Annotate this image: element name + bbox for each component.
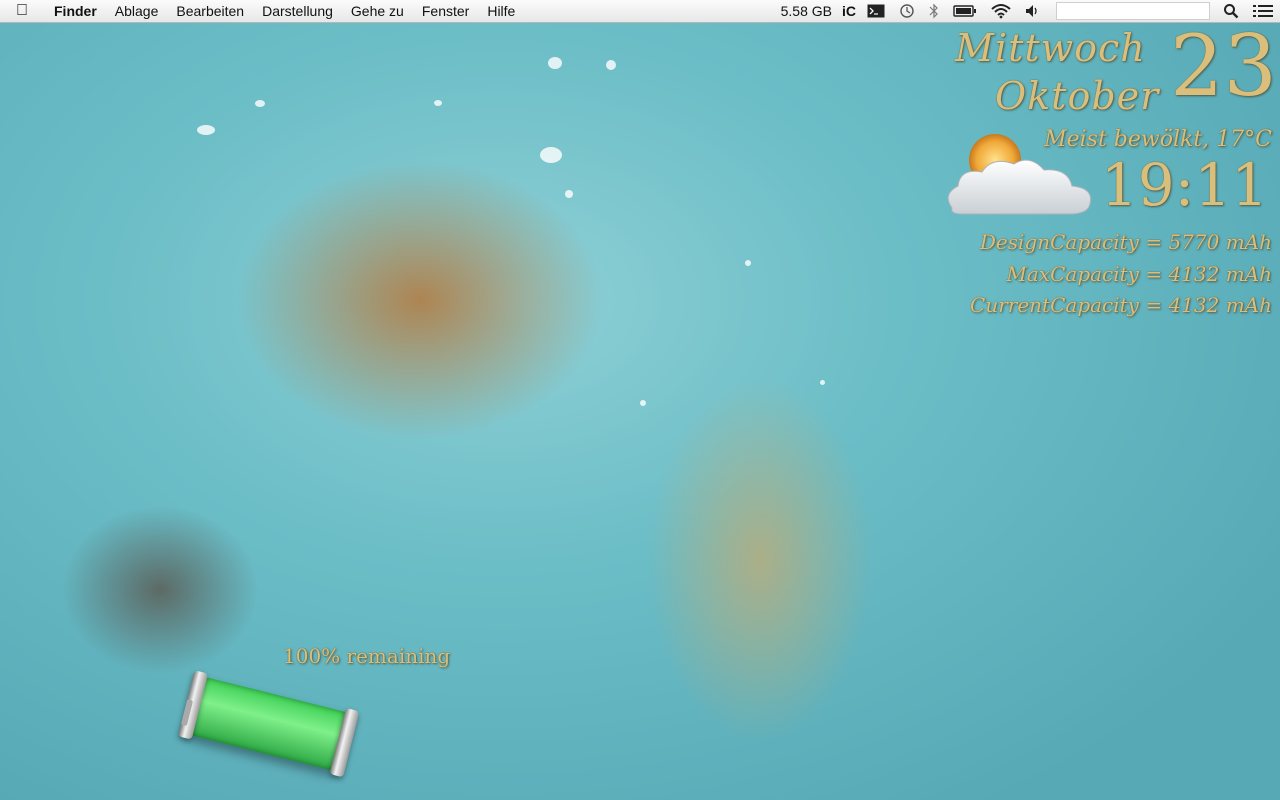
istat-menu[interactable]: iC [838,3,860,19]
weekday-label: Mittwoch [955,26,1146,70]
menu-ablage[interactable]: Ablage [106,0,168,22]
menu-fenster[interactable]: Fenster [413,0,478,22]
clock-time: 19:11 [1100,151,1268,219]
menu-gehe-zu[interactable]: Gehe zu [342,0,413,22]
menu-bar:  Finder Ablage Bearbeiten Darstellung G… [0,0,1280,23]
apple-icon:  [16,2,28,19]
current-capacity: CurrentCapacity = 4132 mAh [970,293,1272,317]
max-capacity: MaxCapacity = 4132 mAh [1006,262,1272,286]
memory-status[interactable]: 5.58 GB [775,3,838,19]
wifi-icon[interactable] [984,3,1018,19]
design-capacity: DesignCapacity = 5770 mAh [979,230,1272,254]
menu-darstellung[interactable]: Darstellung [253,0,342,22]
menu-finder[interactable]: Finder [44,0,106,22]
time-machine-icon[interactable] [892,3,922,19]
battery-remaining-label: 100% remaining [283,644,451,668]
month-label: Oktober [995,74,1160,118]
battery-icon[interactable] [946,4,984,18]
bluetooth-icon[interactable] [922,3,946,19]
list-icon[interactable] [1246,4,1280,18]
weather-condition: Meist bewölkt, 17°C [1044,127,1272,152]
apple-menu[interactable]:  [0,2,44,20]
terminal-icon[interactable] [860,4,892,18]
menu-hilfe[interactable]: Hilfe [478,0,524,22]
day-number: 23 [1170,17,1277,115]
menu-bearbeiten[interactable]: Bearbeiten [167,0,253,22]
volume-icon[interactable] [1018,4,1048,18]
